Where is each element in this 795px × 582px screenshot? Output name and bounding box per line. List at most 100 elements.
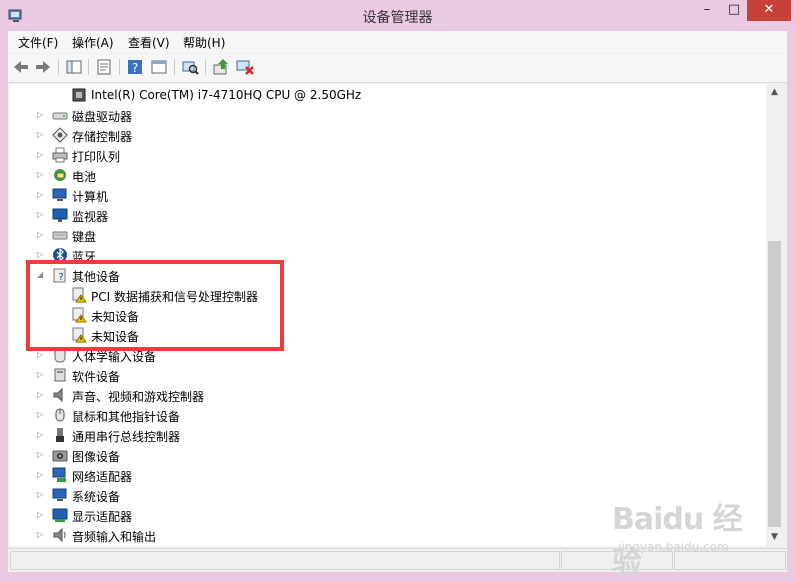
expand-arrow-icon[interactable]: ▷ — [37, 370, 46, 379]
tree-item[interactable]: ▷ 通用串行总线控制器 — [9, 425, 766, 445]
monitor-icon — [52, 208, 68, 222]
scroll-up-arrow[interactable]: ▲ — [766, 84, 783, 101]
vertical-scrollbar[interactable]: ▲ ▼ — [766, 84, 783, 546]
tree-item-label: 网络适配器 — [72, 470, 133, 484]
annotation-highlight-box — [26, 260, 284, 351]
system-device-icon — [52, 488, 67, 501]
network-adapter-icon — [52, 467, 66, 482]
expand-arrow-icon[interactable]: ▷ — [37, 470, 46, 479]
camera-icon — [52, 450, 68, 462]
tree-item-label: 磁盘驱动器 — [72, 110, 133, 124]
tree-item[interactable]: ▷ 鼠标和其他指针设备 — [9, 405, 766, 425]
forward-icon[interactable] — [33, 57, 53, 77]
sound-icon — [53, 387, 63, 403]
tree-item-label: 键盘 — [72, 230, 97, 244]
tree-item[interactable]: ▷ 声音、视频和游戏控制器 — [9, 385, 766, 405]
software-device-icon — [54, 368, 66, 382]
expand-arrow-icon[interactable]: ▷ — [37, 250, 46, 259]
svg-text:?: ? — [132, 61, 138, 75]
expand-arrow-icon[interactable]: ▷ — [37, 530, 46, 539]
toolbar: ? — [8, 54, 787, 83]
tree-item-label: 监视器 — [72, 210, 109, 224]
tree-item-label: 电池 — [72, 170, 97, 184]
properties-icon[interactable] — [94, 57, 114, 77]
tree-item[interactable]: ▷ 网络适配器 — [9, 465, 766, 485]
toolbar-separator — [58, 59, 59, 75]
watermark-logo: Baidu 经验 — [612, 502, 743, 581]
computer-icon — [52, 188, 67, 201]
tree-item-label: 系统设备 — [72, 490, 121, 504]
minimize-button[interactable]: – — [693, 0, 721, 21]
update-driver-icon[interactable] — [211, 57, 231, 77]
tree-item[interactable]: ▷ 键盘 — [9, 225, 766, 245]
console-tree-icon[interactable] — [64, 57, 84, 77]
tree-item[interactable]: Intel(R) Core(TM) i7-4710HQ CPU @ 2.50GH… — [9, 85, 766, 105]
battery-icon — [54, 169, 66, 181]
tree-item-label: 声音、视频和游戏控制器 — [72, 390, 205, 404]
title-bar: 设备管理器 – □ ✕ — [0, 0, 795, 31]
tree-item[interactable]: ▷ 打印队列 — [9, 145, 766, 165]
watermark-url: jingyan.baidu.com — [618, 540, 729, 554]
expand-arrow-icon[interactable]: ▷ — [37, 190, 46, 199]
keyboard-icon — [52, 231, 68, 240]
tree-item-label: 通用串行总线控制器 — [72, 430, 181, 444]
tree-item-label: Intel(R) Core(TM) i7-4710HQ CPU @ 2.50GH… — [91, 88, 362, 102]
back-icon[interactable] — [11, 57, 31, 77]
menu-file[interactable]: 文件(F) — [18, 34, 58, 51]
printer-icon — [52, 147, 68, 163]
toolbar-separator — [205, 59, 206, 75]
tree-item[interactable]: ▷ 存储控制器 — [9, 125, 766, 145]
baidu-watermark: Baidu 经验 jingyan.baidu.com — [612, 492, 762, 581]
tree-item-label: 存储控制器 — [72, 130, 133, 144]
expand-arrow-icon[interactable]: ▷ — [37, 210, 46, 219]
processor-icon — [72, 88, 86, 102]
expand-arrow-icon[interactable]: ▷ — [37, 450, 46, 459]
menu-action[interactable]: 操作(A) — [72, 34, 114, 51]
window-title: 设备管理器 — [362, 10, 433, 26]
expand-arrow-icon[interactable]: ▷ — [37, 170, 46, 179]
expand-arrow-icon[interactable]: ▷ — [37, 390, 46, 399]
audio-io-icon — [53, 527, 66, 543]
tree-item[interactable]: ▷ 计算机 — [9, 185, 766, 205]
expand-arrow-icon[interactable]: ▷ — [37, 230, 46, 239]
toolbar-separator — [88, 59, 89, 75]
scroll-down-arrow[interactable]: ▼ — [766, 529, 783, 546]
tree-item-label: 显示适配器 — [72, 510, 133, 524]
expand-arrow-icon[interactable]: ▷ — [37, 150, 46, 159]
expand-arrow-icon[interactable]: ▷ — [37, 410, 46, 419]
menu-help[interactable]: 帮助(H) — [183, 34, 225, 51]
expand-arrow-icon[interactable]: ▷ — [37, 430, 46, 439]
disk-drive-icon — [52, 112, 68, 120]
view-icon[interactable] — [149, 57, 169, 77]
tree-item[interactable]: ▷ 软件设备 — [9, 365, 766, 385]
maximize-button[interactable]: □ — [721, 0, 747, 21]
tree-item-label: 软件设备 — [72, 370, 121, 384]
help-icon[interactable]: ? — [125, 57, 145, 77]
tree-item[interactable]: ▷ 图像设备 — [9, 445, 766, 465]
status-pane-main — [10, 551, 560, 570]
scroll-thumb[interactable] — [768, 241, 781, 527]
tree-item-label: 图像设备 — [72, 450, 121, 464]
tree-item[interactable]: ▷ 电池 — [9, 165, 766, 185]
usb-icon — [56, 428, 64, 442]
tree-item-label: 鼠标和其他指针设备 — [72, 410, 181, 424]
expand-arrow-icon[interactable]: ▷ — [37, 350, 46, 359]
uninstall-icon[interactable] — [235, 57, 255, 77]
display-adapter-icon — [52, 508, 68, 522]
expand-arrow-icon[interactable]: ▷ — [37, 110, 46, 119]
tree-item-label: 计算机 — [72, 190, 109, 204]
tree-item[interactable]: ▷ 监视器 — [9, 205, 766, 225]
toolbar-separator — [174, 59, 175, 75]
mouse-icon — [55, 408, 65, 422]
menu-view[interactable]: 查看(V) — [128, 34, 170, 51]
tree-item-label: 音频输入和输出 — [72, 530, 157, 544]
tree-item[interactable]: ▷ 磁盘驱动器 — [9, 105, 766, 125]
close-button[interactable]: ✕ — [747, 0, 791, 21]
tree-item-label: 打印队列 — [72, 150, 121, 164]
toolbar-separator — [119, 59, 120, 75]
expand-arrow-icon[interactable]: ▷ — [37, 510, 46, 519]
menu-bar: 文件(F) 操作(A) 查看(V) 帮助(H) — [8, 31, 787, 53]
expand-arrow-icon[interactable]: ▷ — [37, 490, 46, 499]
expand-arrow-icon[interactable]: ▷ — [37, 130, 46, 139]
scan-hardware-icon[interactable] — [180, 57, 200, 77]
